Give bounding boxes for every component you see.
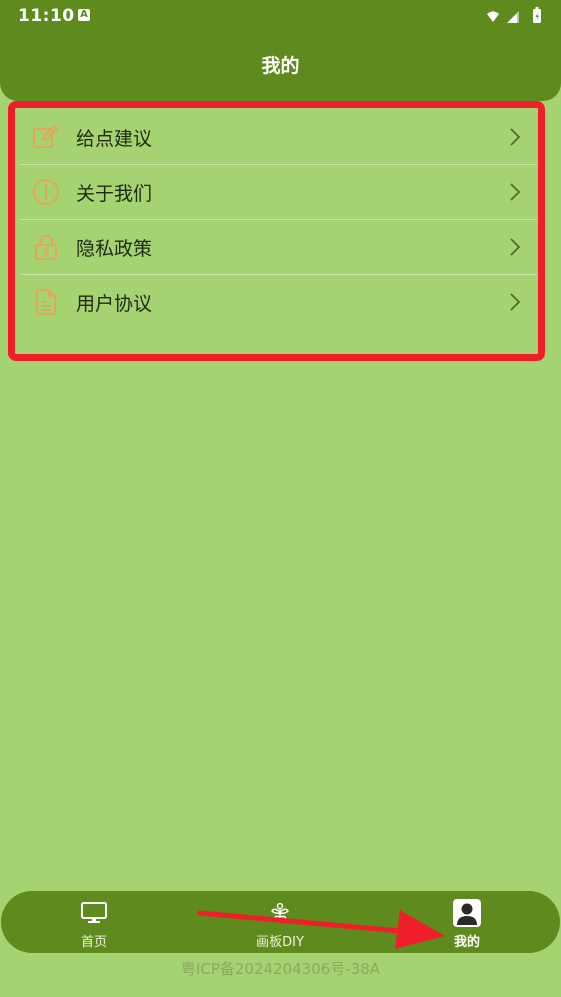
- edit-icon: [33, 125, 58, 148]
- menu-item-privacy[interactable]: 隐私政策: [20, 220, 537, 275]
- menu-item-label: 关于我们: [76, 183, 153, 205]
- settings-menu: 给点建议 关于我们 隐私政策 用户协议: [20, 110, 537, 354]
- wifi-icon: [487, 11, 499, 22]
- chevron-right-icon: [510, 293, 521, 311]
- page-title: 我的: [261, 55, 300, 77]
- menu-item-feedback[interactable]: 给点建议: [20, 110, 537, 165]
- bottom-tab-bar: 首页 画板DIY 我的: [1, 891, 560, 953]
- notification-badge: A: [78, 9, 90, 21]
- chevron-right-icon: [510, 238, 521, 256]
- menu-item-about[interactable]: 关于我们: [20, 165, 537, 220]
- tab-label: 我的: [453, 935, 480, 950]
- user-icon: [453, 899, 481, 927]
- monitor-icon: [81, 902, 107, 923]
- icp-license: 粤ICP备2024204306号-38A: [180, 960, 381, 978]
- status-time: 11:10: [18, 6, 75, 26]
- document-icon: [36, 289, 56, 315]
- tab-label: 首页: [80, 935, 107, 950]
- signal-icon: [507, 11, 519, 23]
- info-icon: [33, 179, 59, 205]
- chevron-right-icon: [510, 128, 521, 146]
- chevron-right-icon: [510, 183, 521, 201]
- tab-label: 画板DIY: [256, 935, 304, 950]
- battery-icon: [533, 7, 541, 23]
- menu-item-label: 给点建议: [76, 128, 153, 150]
- lock-icon: [35, 235, 57, 260]
- tab-drawing-board[interactable]: 画板DIY: [220, 891, 340, 953]
- menu-item-label: 隐私政策: [76, 238, 153, 260]
- header-bar: 11:10 A 我的: [0, 0, 561, 101]
- tab-home[interactable]: 首页: [34, 891, 154, 953]
- menu-item-user-agreement[interactable]: 用户协议: [20, 275, 537, 329]
- menu-item-label: 用户协议: [76, 293, 153, 315]
- status-bar: 11:10 A: [0, 0, 561, 34]
- status-icons: [487, 7, 541, 23]
- tab-mine[interactable]: 我的: [407, 891, 527, 953]
- flower-icon: [271, 902, 289, 922]
